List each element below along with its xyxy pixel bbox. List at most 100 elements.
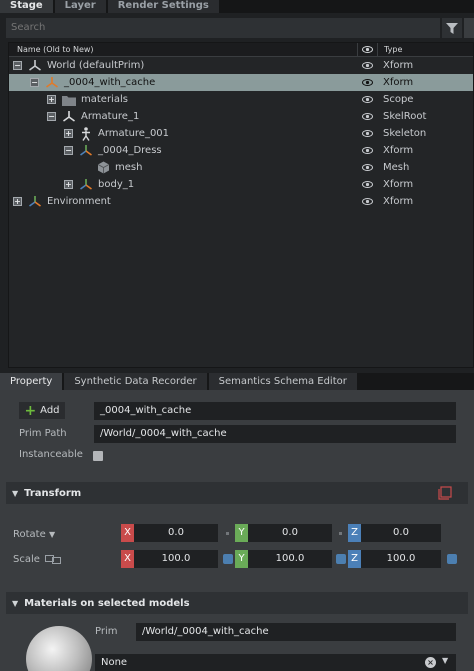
filter-icon (446, 22, 458, 34)
property-tab-bar: Property Synthetic Data Recorder Semanti… (0, 373, 474, 390)
link-icon[interactable] (44, 555, 61, 564)
tree-row-label: _0004_with_cache (64, 77, 156, 88)
eye-icon (361, 164, 373, 171)
expand-toggle[interactable]: + (64, 180, 73, 189)
column-name-header[interactable]: Name (Old to New) (9, 43, 357, 56)
visibility-toggle[interactable] (357, 91, 377, 108)
eye-icon (361, 62, 373, 69)
visibility-toggle[interactable] (357, 176, 377, 193)
tree-row-type: Skeleton (383, 128, 427, 139)
tree-row-0004-dress[interactable]: − _0004_Dress Xform (9, 142, 473, 159)
tree-row-body-1[interactable]: + body_1 Xform (9, 176, 473, 193)
xform-icon (28, 59, 42, 73)
transform-gizmo-icon (438, 486, 452, 500)
materials-title: Materials on selected models (24, 597, 190, 609)
tab-render-settings[interactable]: Render Settings (107, 0, 219, 13)
add-button[interactable]: + Add (19, 402, 65, 419)
visibility-toggle[interactable] (357, 74, 377, 91)
material-prim-path-field[interactable]: /World/_0004_with_cache (136, 623, 456, 641)
scale-x-field[interactable]: 100.0 (134, 550, 218, 568)
search-input[interactable] (6, 18, 440, 38)
tab-layer[interactable]: Layer (54, 0, 106, 13)
collapse-toggle[interactable]: − (47, 112, 56, 121)
rotate-x-field[interactable]: 0.0 (134, 524, 218, 542)
stage-tab-bar: Stage Layer Render Settings (0, 0, 474, 13)
dropdown-arrow-icon: ▼ (48, 530, 56, 539)
collapse-toggle[interactable]: − (64, 146, 73, 155)
tree-row-world[interactable]: − World (defaultPrim) Xform (9, 57, 473, 74)
tree-row-armature-1[interactable]: − Armature_1 SkelRoot (9, 108, 473, 125)
eye-icon (361, 198, 373, 205)
tree-row-0004-with-cache[interactable]: − _0004_with_cache Xform (9, 74, 473, 91)
scale-z-label: Z (348, 550, 361, 568)
scale-label: Scale (13, 554, 61, 565)
folder-icon (62, 93, 76, 107)
scale-x-lock-icon[interactable] (223, 554, 233, 564)
collapse-toggle[interactable]: − (30, 78, 39, 87)
tab-synthetic-data-recorder[interactable]: Synthetic Data Recorder (64, 373, 207, 390)
tree-row-type: Mesh (383, 162, 410, 173)
rotate-z-label: Z (348, 524, 361, 542)
eye-icon (361, 130, 373, 137)
dropdown-arrow-icon[interactable]: ▼ (442, 656, 448, 665)
tree-row-materials[interactable]: + materials Scope (9, 91, 473, 108)
filter-button[interactable] (442, 18, 462, 38)
eye-icon (361, 113, 373, 120)
scale-y-lock-icon[interactable] (336, 554, 346, 564)
tree-row-armature-001[interactable]: + Armature_001 Skeleton (9, 125, 473, 142)
rotate-y-field[interactable]: 0.0 (248, 524, 332, 542)
stage-tree: Name (Old to New) Type − World (defaultP… (8, 42, 474, 368)
tree-row-type: Xform (383, 145, 414, 156)
rotate-x-label: X (121, 524, 134, 542)
prim-name-field[interactable]: _0004_with_cache (94, 402, 456, 420)
tree-row-type: Xform (383, 196, 414, 207)
materials-section-header[interactable]: ▼ Materials on selected models (6, 592, 468, 614)
column-type-header[interactable]: Type (377, 43, 473, 56)
material-preview-sphere (26, 626, 92, 671)
tree-row-label: World (defaultPrim) (47, 60, 145, 71)
tree-row-mesh[interactable]: mesh Mesh (9, 159, 473, 176)
visibility-toggle[interactable] (357, 142, 377, 159)
scrollbar-handle[interactable] (464, 18, 474, 38)
rotate-z-field[interactable]: 0.0 (361, 524, 441, 542)
transform-gizmo-button[interactable] (436, 485, 454, 501)
scale-y-label: Y (235, 550, 248, 568)
expand-toggle[interactable]: + (47, 95, 56, 104)
skelroot-icon (62, 110, 76, 124)
instanceable-checkbox[interactable] (93, 451, 103, 461)
scale-z-field[interactable]: 100.0 (361, 550, 441, 568)
tab-stage[interactable]: Stage (0, 0, 53, 13)
expand-toggle[interactable]: + (13, 197, 22, 206)
eye-icon (361, 147, 373, 154)
visibility-toggle[interactable] (357, 193, 377, 210)
instanceable-label: Instanceable (19, 449, 83, 460)
rotate-label[interactable]: Rotate ▼ (13, 529, 55, 540)
xform-icon (45, 76, 59, 90)
tree-row-environment[interactable]: + Environment Xform (9, 193, 473, 210)
scale-z-lock-icon[interactable] (447, 554, 457, 564)
visibility-toggle[interactable] (357, 125, 377, 142)
visibility-toggle[interactable] (357, 108, 377, 125)
column-visibility-header[interactable] (357, 43, 377, 56)
visibility-toggle[interactable] (357, 57, 377, 74)
tree-row-type: SkelRoot (383, 111, 427, 122)
transform-section-header[interactable]: ▼ Transform (6, 482, 468, 504)
expand-toggle[interactable]: + (64, 129, 73, 138)
collapse-triangle-icon: ▼ (12, 598, 19, 608)
eye-icon (361, 181, 373, 188)
scale-label-text: Scale (13, 554, 40, 565)
material-select[interactable]: None (95, 654, 456, 671)
tree-row-label: mesh (115, 162, 143, 173)
prim-path-label: Prim Path (19, 428, 67, 439)
separator-dot (226, 532, 229, 535)
scale-y-field[interactable]: 100.0 (248, 550, 332, 568)
collapse-toggle[interactable]: − (13, 61, 22, 70)
clear-icon[interactable]: × (425, 657, 436, 668)
xform-icon (28, 195, 42, 209)
visibility-toggle[interactable] (357, 159, 377, 176)
tree-row-type: Xform (383, 179, 414, 190)
collapse-triangle-icon: ▼ (12, 488, 19, 498)
prim-path-field[interactable]: /World/_0004_with_cache (94, 425, 456, 443)
tab-semantics-schema-editor[interactable]: Semantics Schema Editor (208, 373, 357, 390)
tab-property[interactable]: Property (0, 373, 63, 390)
